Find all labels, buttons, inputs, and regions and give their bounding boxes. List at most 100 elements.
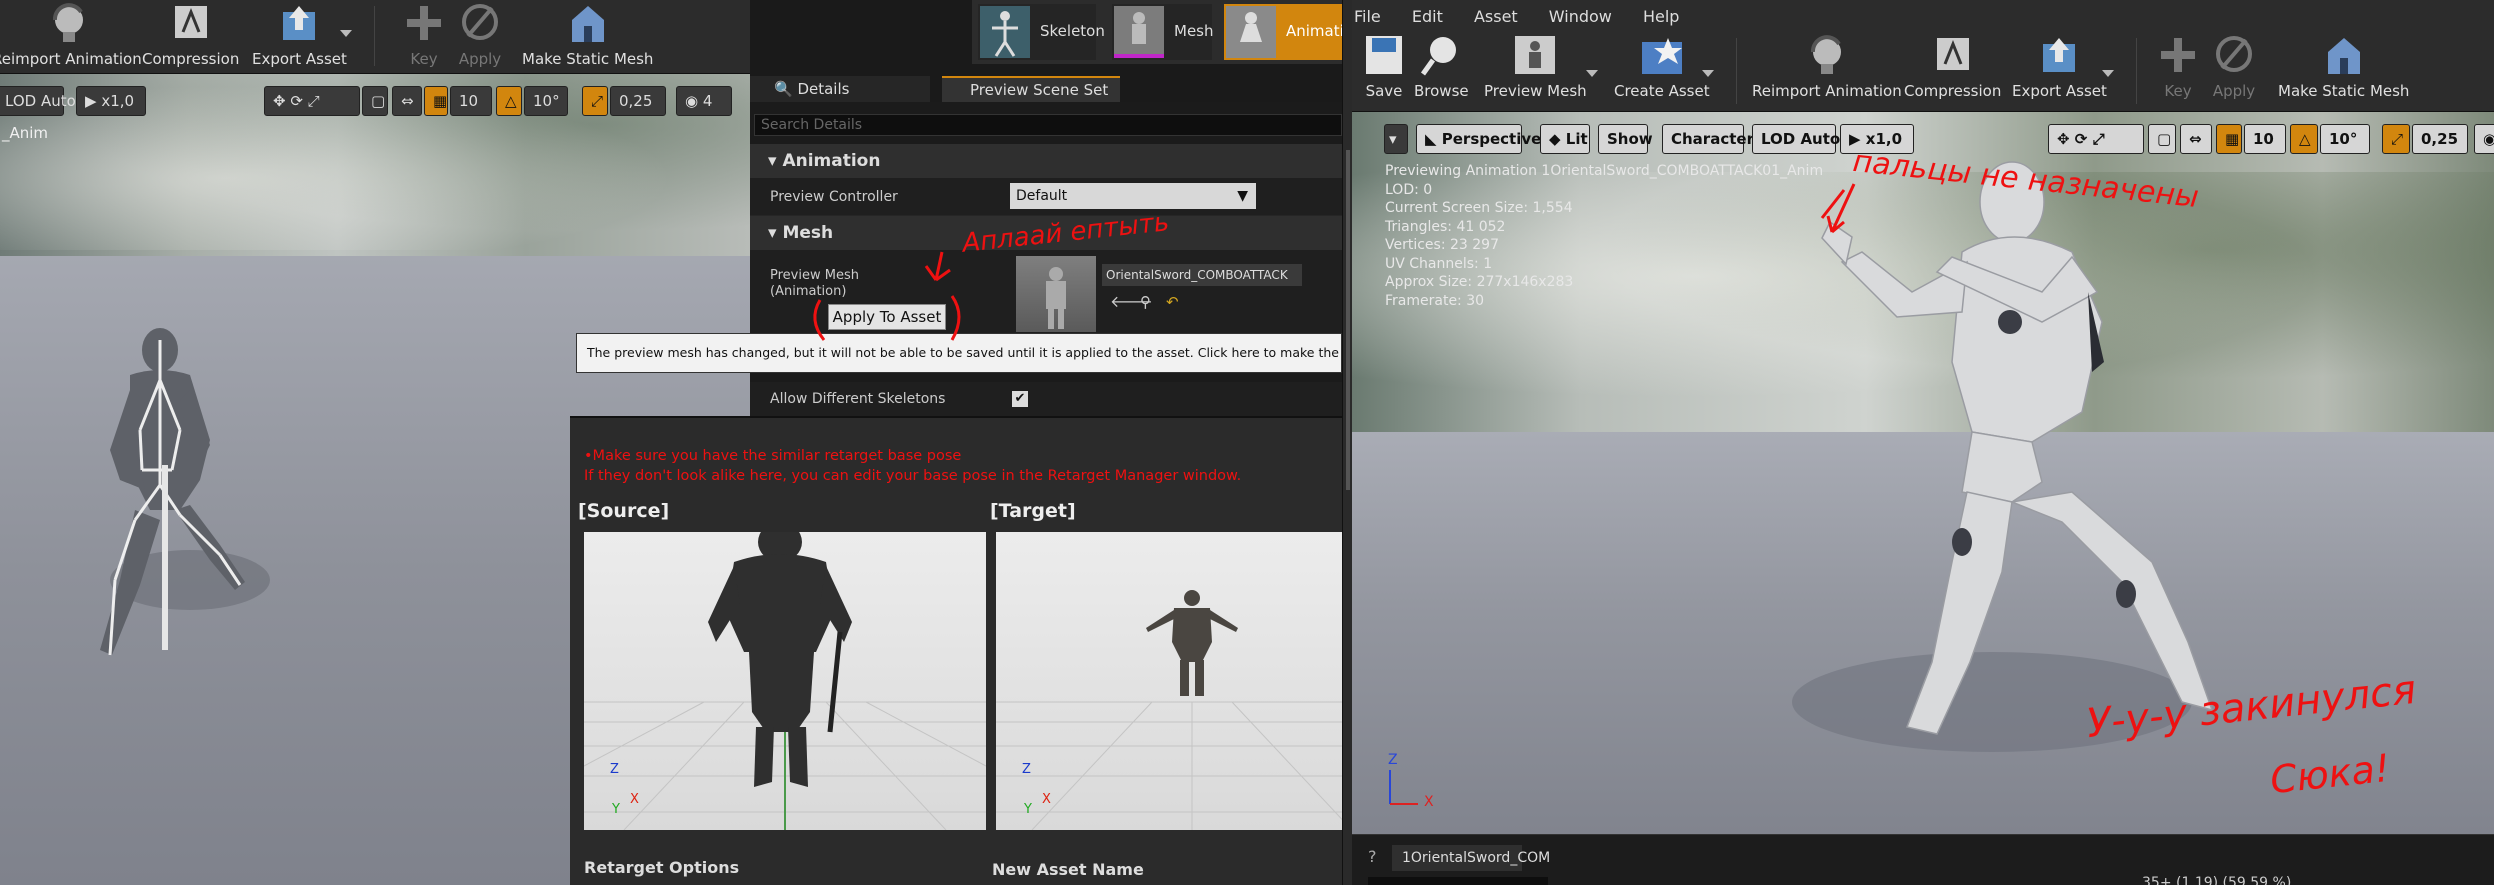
left-lod-button[interactable]: LOD Auto bbox=[0, 86, 76, 116]
right-reimport-button[interactable]: Reimport Animation bbox=[1752, 34, 1902, 100]
search-details-input[interactable]: Search Details bbox=[754, 114, 1342, 136]
right-export-label: Export Asset bbox=[2012, 82, 2107, 100]
right-export-dropdown-icon[interactable] bbox=[2102, 70, 2114, 77]
grid-snap-icon[interactable]: ▦ bbox=[424, 86, 448, 116]
right-grid-snap-icon[interactable]: ▦ bbox=[2216, 124, 2242, 154]
mode-tab-skeleton[interactable]: Skeleton bbox=[978, 4, 1105, 60]
right-scale-snap-icon[interactable]: ⤢ bbox=[2382, 124, 2410, 154]
left-grid-label: 10 bbox=[459, 92, 479, 110]
right-plus-icon bbox=[2161, 38, 2195, 72]
make-static-mesh-button[interactable]: Make Static Mesh bbox=[522, 2, 653, 68]
right-lod-button[interactable]: LOD Auto bbox=[1752, 124, 1840, 154]
menu-help[interactable]: Help bbox=[1643, 7, 1679, 26]
right-grid-value[interactable]: 10 bbox=[2244, 124, 2286, 154]
category-animation[interactable]: ▾ Animation bbox=[750, 144, 1342, 178]
timeline-settings-icon[interactable]: ? bbox=[1368, 847, 1377, 866]
reimport-label: Reimport Animation bbox=[0, 50, 142, 68]
preview-mesh-combo[interactable]: OrientalSword_COMBOATTACK bbox=[1102, 264, 1302, 286]
apply-button[interactable]: Apply bbox=[454, 2, 506, 68]
reimport-animation-button[interactable]: Reimport Animation bbox=[0, 2, 142, 68]
target-axis-z: Z bbox=[1022, 762, 1031, 777]
menu-asset[interactable]: Asset bbox=[1474, 7, 1518, 26]
perspective-label: Perspective bbox=[1441, 130, 1542, 148]
left-scale-value[interactable]: 0,25 bbox=[610, 86, 666, 116]
viewport-options-button[interactable]: ▾ bbox=[1384, 124, 1408, 154]
preview-mesh-dropdown-icon[interactable] bbox=[1586, 70, 1598, 77]
save-button[interactable]: Save bbox=[1358, 34, 1410, 100]
left-angle-value[interactable]: 10° bbox=[524, 86, 568, 116]
right-rotation-snap-icon[interactable]: △ bbox=[2290, 124, 2318, 154]
rotation-snap-icon[interactable]: △ bbox=[496, 86, 522, 116]
preview-controller-dropdown[interactable]: Default ▼ bbox=[1010, 183, 1256, 209]
browse-icon[interactable]: ⚲ bbox=[1140, 294, 1151, 310]
tab-preview-scene-label: Preview Scene Set bbox=[970, 81, 1109, 99]
character-button[interactable]: Character bbox=[1662, 124, 1754, 154]
show-label: Show bbox=[1607, 130, 1653, 148]
lit-button[interactable]: ◆ Lit bbox=[1540, 124, 1590, 154]
menu-edit[interactable]: Edit bbox=[1412, 7, 1443, 26]
mode-tab-animation[interactable]: Animati bbox=[1224, 4, 1344, 60]
source-title: [Source] bbox=[578, 500, 670, 522]
left-camera-speed[interactable]: ◉ 4 bbox=[676, 86, 732, 116]
viewport-stats: Previewing Animation 1OrientalSword_COMB… bbox=[1385, 162, 1885, 322]
tab-details-label: Details bbox=[797, 80, 850, 98]
compression-button[interactable]: Compression bbox=[142, 2, 239, 68]
menu-file[interactable]: File bbox=[1354, 7, 1381, 26]
allow-different-checkbox[interactable]: ✔ bbox=[1012, 391, 1028, 407]
menu-window[interactable]: Window bbox=[1549, 7, 1612, 26]
right-axis-x: X bbox=[1424, 794, 1434, 810]
scale-snap-icon[interactable]: ⤢ bbox=[582, 86, 608, 116]
right-apply-icon bbox=[2216, 36, 2252, 72]
right-make-static-button[interactable]: Make Static Mesh bbox=[2278, 34, 2409, 100]
stat-screen-size: Current Screen Size: 1,554 bbox=[1385, 200, 1573, 216]
preview-mesh-icon bbox=[1515, 36, 1556, 74]
right-compression-button[interactable]: Compression bbox=[1904, 34, 2001, 100]
create-asset-button[interactable]: Create Asset bbox=[1614, 34, 1710, 100]
preview-controller-value: Default bbox=[1016, 188, 1068, 204]
right-apply-button[interactable]: Apply bbox=[2208, 34, 2260, 100]
create-asset-dropdown-icon[interactable] bbox=[1702, 70, 1714, 77]
perspective-button[interactable]: ◣ Perspective bbox=[1416, 124, 1541, 154]
mode-tab-mesh[interactable]: Mesh bbox=[1112, 4, 1214, 60]
preview-mesh-button[interactable]: Preview Mesh bbox=[1484, 34, 1587, 100]
tab-details[interactable]: 🔍 Details bbox=[750, 76, 930, 102]
left-toolbar: Reimport Animation Compression Export As… bbox=[0, 0, 750, 74]
browse-button[interactable]: Browse bbox=[1414, 34, 1469, 100]
apply-label: Apply bbox=[458, 50, 502, 68]
left-speed-button[interactable]: ▶ x1,0 bbox=[76, 86, 146, 116]
right-camera-speed[interactable]: ◉ bbox=[2474, 124, 2494, 154]
right-snap-tools[interactable]: ⇔ bbox=[2180, 124, 2212, 154]
window-splitter[interactable] bbox=[1342, 0, 1352, 885]
surface-snap-icon[interactable]: ▢ bbox=[362, 86, 388, 116]
right-viewport[interactable]: ▾ ◣ Perspective ◆ Lit Show Character LOD… bbox=[1352, 112, 2494, 834]
category-mesh-label: Mesh bbox=[782, 223, 834, 243]
show-button[interactable]: Show bbox=[1598, 124, 1653, 154]
export-asset-button[interactable]: Export Asset bbox=[252, 2, 347, 68]
screenshot-root: { "left_editor": { "toolbar": { "reimpor… bbox=[0, 0, 2494, 885]
right-export-button[interactable]: Export Asset bbox=[2012, 34, 2107, 100]
transform-tools[interactable]: ✥ ⟳ ⤢ bbox=[264, 86, 360, 116]
search-placeholder: Search Details bbox=[761, 117, 863, 133]
timeline-tab[interactable]: 1OrientalSword_COM bbox=[1392, 845, 1550, 871]
snap-tools[interactable]: ⇔ bbox=[392, 86, 422, 116]
right-angle-value[interactable]: 10° bbox=[2320, 124, 2370, 154]
key-button[interactable]: Key bbox=[398, 2, 450, 68]
right-surface-snap-icon[interactable]: ▢ bbox=[2148, 124, 2176, 154]
lit-label: Lit bbox=[1565, 130, 1588, 148]
right-key-button[interactable]: Key bbox=[2152, 34, 2204, 100]
preview-mesh-thumbnail[interactable] bbox=[1016, 256, 1096, 332]
source-preview[interactable]: Z X Y bbox=[584, 532, 986, 830]
left-grid-value[interactable]: 10 bbox=[450, 86, 492, 116]
export-dropdown-icon[interactable] bbox=[340, 30, 352, 37]
stat-previewing: Previewing Animation 1OrientalSword_COMB… bbox=[1385, 163, 1824, 179]
preview-controller-label: Preview Controller bbox=[770, 189, 898, 205]
target-preview[interactable]: Z X Y bbox=[996, 532, 1342, 830]
right-scale-value[interactable]: 0,25 bbox=[2412, 124, 2468, 154]
reset-icon[interactable]: ↶ bbox=[1166, 294, 1179, 310]
timeline-search[interactable] bbox=[1368, 877, 1548, 885]
allow-different-label: Allow Different Skeletons bbox=[770, 391, 946, 407]
left-character bbox=[100, 328, 270, 656]
tab-preview-scene[interactable]: Preview Scene Set bbox=[942, 76, 1120, 102]
right-transform-tools[interactable]: ✥ ⟳ ⤢ bbox=[2048, 124, 2144, 154]
right-axes: Z X bbox=[1382, 752, 1442, 812]
